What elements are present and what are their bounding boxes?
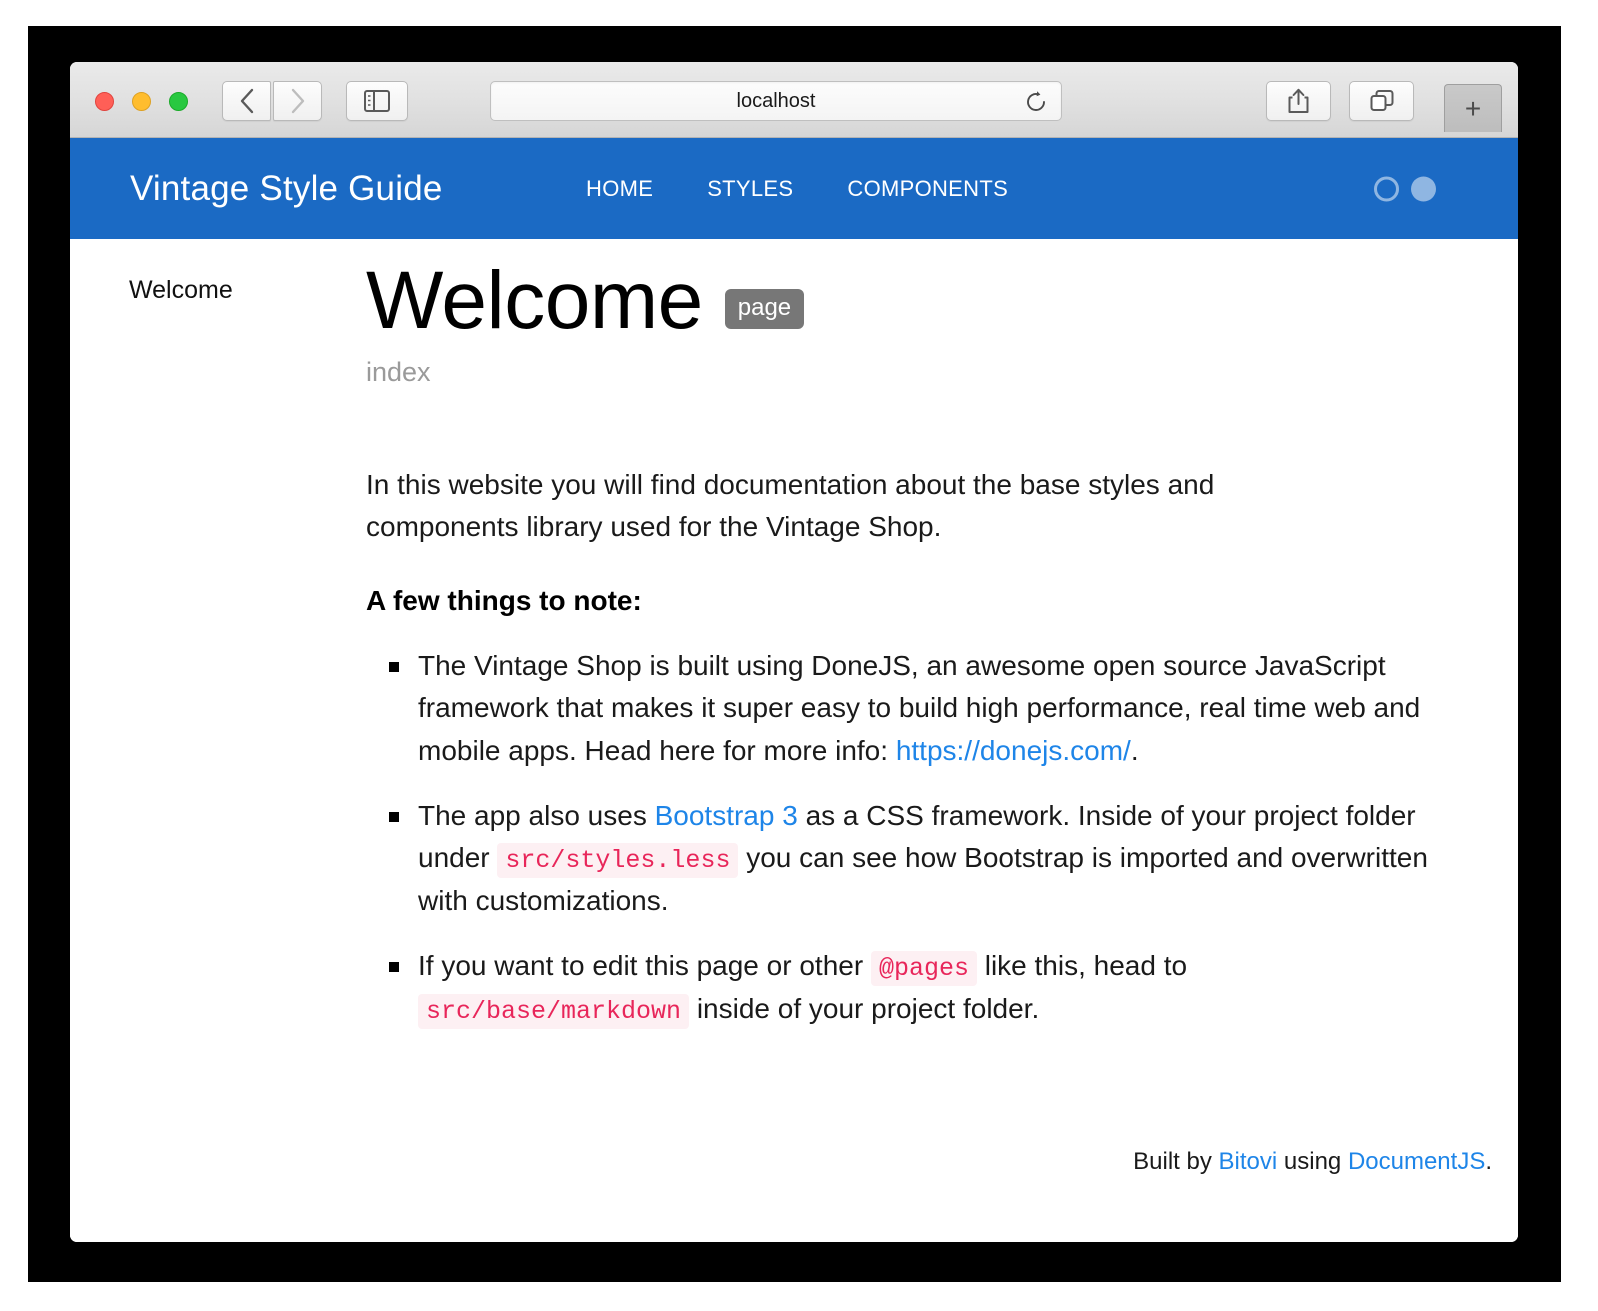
page-title-row: Welcome page — [366, 255, 1492, 347]
footer-prefix: Built by — [1133, 1148, 1219, 1175]
zoom-window-button[interactable] — [169, 92, 188, 111]
back-button[interactable] — [222, 81, 271, 121]
inline-text: If you want to edit this page or other — [418, 949, 871, 981]
page-type-badge: page — [724, 288, 805, 329]
list-item: The app also uses Bootstrap 3 as a CSS f… — [389, 795, 1448, 923]
reload-icon — [1027, 91, 1045, 111]
new-tab-label: + — [1464, 92, 1482, 124]
notes-list: The Vintage Shop is built using DoneJS, … — [366, 645, 1492, 1031]
close-window-button[interactable] — [95, 92, 114, 111]
address-bar-text: localhost — [736, 89, 816, 112]
nav-link-home[interactable]: HOME — [586, 176, 653, 202]
chevron-right-icon — [291, 88, 304, 114]
footer-link-documentjs[interactable]: DocumentJS — [1348, 1148, 1485, 1175]
inline-text: The app also uses — [418, 799, 655, 831]
chevron-left-icon — [240, 88, 253, 114]
nav-link-styles[interactable]: STYLES — [707, 176, 793, 202]
docs-content: Welcome page index In this website you w… — [366, 239, 1492, 1053]
address-bar[interactable]: localhost — [490, 81, 1062, 121]
docs-sidebar: Welcome — [70, 239, 366, 1242]
sidebar-icon — [364, 90, 390, 112]
tabs-icon — [1370, 90, 1393, 111]
filled-circle-icon[interactable] — [1411, 176, 1436, 201]
footer-middle: using — [1277, 1148, 1348, 1175]
inline-text: like this, head to — [976, 949, 1188, 981]
minimize-window-button[interactable] — [132, 92, 151, 111]
page-subtitle: index — [366, 356, 431, 387]
inline-text: inside of your project folder. — [689, 992, 1040, 1024]
window-controls — [95, 92, 188, 111]
intro-paragraph: In this website you will find documentat… — [366, 468, 1215, 543]
site-nav-links: HOME STYLES COMPONENTS — [586, 176, 1008, 202]
note-heading: A few things to note: — [366, 584, 642, 616]
sidebar-item-welcome[interactable]: Welcome — [70, 276, 366, 305]
nav-link-components[interactable]: COMPONENTS — [847, 176, 1008, 202]
site-navbar: Vintage Style Guide HOME STYLES COMPONEN… — [70, 138, 1518, 239]
reload-button[interactable] — [1023, 89, 1049, 115]
inline-link[interactable]: https://donejs.com/ — [896, 735, 1131, 766]
forward-button[interactable] — [273, 81, 322, 121]
page-title: Welcome — [366, 255, 703, 346]
inline-code: @pages — [870, 950, 977, 986]
share-button[interactable] — [1266, 81, 1331, 121]
list-item: The Vintage Shop is built using DoneJS, … — [389, 645, 1448, 773]
inline-code: src/base/markdown — [418, 993, 690, 1029]
list-item: If you want to edit this page or other @… — [389, 945, 1448, 1031]
site-brand[interactable]: Vintage Style Guide — [130, 169, 443, 209]
share-icon — [1288, 88, 1309, 113]
theme-toggle-group — [1374, 176, 1436, 201]
page-body: Welcome Welcome page index In this websi… — [70, 239, 1518, 1242]
new-tab-button[interactable]: + — [1444, 84, 1502, 132]
browser-window: localhost + Vintage Style Guide HOME STY… — [70, 62, 1518, 1242]
inline-code: src/styles.less — [497, 843, 739, 879]
inline-link[interactable]: Bootstrap 3 — [655, 800, 798, 831]
browser-toolbar: localhost + — [70, 62, 1518, 138]
footer-suffix: . — [1485, 1148, 1492, 1175]
footer-link-bitovi[interactable]: Bitovi — [1219, 1148, 1278, 1175]
show-sidebar-button[interactable] — [346, 81, 408, 121]
screen: localhost + Vintage Style Guide HOME STY… — [0, 0, 1598, 1311]
outline-circle-icon[interactable] — [1374, 176, 1399, 201]
tab-overview-button[interactable] — [1349, 81, 1414, 121]
inline-text: . — [1130, 735, 1139, 767]
page-footer: Built by Bitovi using DocumentJS. — [1133, 1148, 1492, 1176]
